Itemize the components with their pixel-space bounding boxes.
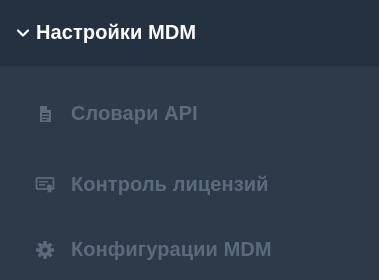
certificate-icon bbox=[35, 175, 55, 195]
menu-item-label: Конфигурации MDM bbox=[71, 238, 272, 261]
gear-icon bbox=[35, 240, 55, 260]
section-title: Настройки MDM bbox=[36, 21, 197, 44]
section-header-mdm-settings[interactable]: Настройки MDM bbox=[0, 0, 379, 66]
menu-item-api-dictionaries[interactable]: Словари API bbox=[0, 84, 379, 144]
menu-item-label: Контроль лицензий bbox=[71, 173, 269, 196]
menu-item-label: Словари API bbox=[71, 102, 198, 125]
sidebar: Настройки MDM Словари API Контроль лицен bbox=[0, 0, 379, 275]
chevron-down-icon bbox=[16, 26, 30, 40]
document-icon bbox=[35, 104, 55, 124]
menu-item-license-control[interactable]: Контроль лицензий bbox=[0, 155, 379, 215]
menu-item-mdm-configurations[interactable]: Конфигурации MDM bbox=[0, 220, 379, 280]
